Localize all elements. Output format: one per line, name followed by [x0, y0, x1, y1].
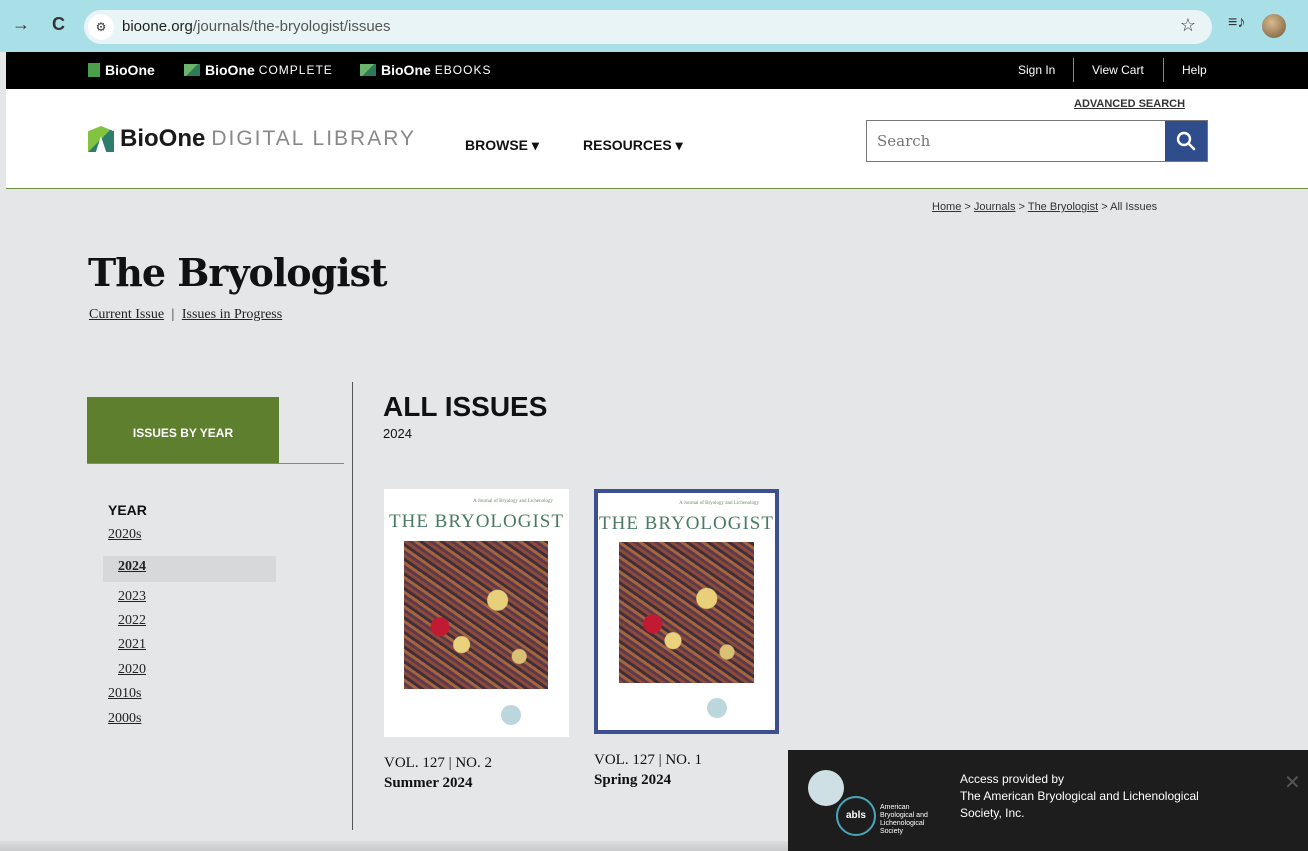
access-institution: The American Bryological and Lichenologi… [960, 789, 1199, 803]
breadcrumb-current: All Issues [1110, 201, 1158, 213]
decade-2000s-link[interactable]: 2000s [108, 711, 141, 727]
section-heading: ALL ISSUES [383, 391, 548, 422]
page-bottom-shadow [0, 841, 788, 851]
breadcrumb-separator: > [964, 201, 971, 213]
search-input[interactable] [867, 121, 1165, 161]
search-button[interactable] [1165, 121, 1207, 161]
year-2020-link[interactable]: 2020 [118, 662, 146, 678]
abls-logo-icon [501, 705, 521, 725]
abls-logo-circle [808, 770, 844, 806]
cover-title: THE BRYOLOGIST [389, 511, 564, 532]
media-icon[interactable]: ≡♪ [1228, 14, 1245, 32]
cover-photo [619, 542, 754, 683]
access-label: Access provided by [960, 772, 1065, 786]
issues-by-year-tab[interactable]: ISSUES BY YEAR [87, 397, 279, 463]
search-box [866, 120, 1208, 162]
profile-avatar[interactable] [1262, 14, 1286, 38]
forward-icon[interactable]: → [12, 14, 30, 35]
resources-menu[interactable]: RESOURCES ▾ [583, 137, 683, 154]
help-link[interactable]: Help [1182, 63, 1207, 77]
access-banner: abls American Bryological and Lichenolog… [788, 750, 1308, 851]
issues-in-progress-link[interactable]: Issues in Progress [182, 307, 282, 322]
cover-footer [707, 698, 761, 718]
bioone-logo-icon [88, 63, 100, 77]
divider [87, 463, 344, 464]
year-2024-link[interactable]: 2024 [118, 559, 146, 575]
close-icon[interactable]: ✕ [1284, 770, 1301, 795]
search-icon [1176, 131, 1196, 151]
breadcrumb-journals[interactable]: Journals [974, 201, 1016, 213]
issue-season[interactable]: Summer 2024 [384, 775, 472, 792]
journal-sublinks: Current Issue | Issues in Progress [89, 307, 282, 323]
site-settings-icon[interactable]: ⚙ [88, 14, 114, 40]
site-header: BioOne DIGITAL LIBRARY BROWSE ▾ RESOURCE… [6, 89, 1308, 189]
logo-subtext: DIGITAL LIBRARY [211, 127, 417, 150]
abls-org-name: American Bryological and Lichenological … [880, 804, 928, 835]
bioone-complete-link[interactable]: BioOne COMPLETE [184, 62, 333, 78]
advanced-search-link[interactable]: ADVANCED SEARCH [1074, 98, 1185, 110]
issue-cover-vol127-no1[interactable]: A Journal of Bryology and Lichenology TH… [594, 489, 779, 734]
year-heading: YEAR [108, 502, 147, 518]
cover-photo [404, 541, 548, 689]
issue-season[interactable]: Spring 2024 [594, 772, 671, 789]
cover-subtitle: A Journal of Bryology and Lichenology [473, 499, 553, 504]
bioone-logo-icon [360, 64, 376, 76]
bioone-digital-library-logo[interactable]: BioOne DIGITAL LIBRARY [88, 125, 416, 153]
breadcrumb-home[interactable]: Home [932, 201, 961, 213]
divider [1073, 58, 1074, 82]
bioone-link[interactable]: BioOne [88, 62, 155, 78]
current-issue-link[interactable]: Current Issue [89, 307, 164, 322]
bioone-logo-icon [184, 64, 200, 76]
selected-year-label: 2024 [383, 426, 412, 441]
year-2021-link[interactable]: 2021 [118, 637, 146, 653]
divider: | [171, 307, 175, 322]
site-topbar: BioOne BioOne COMPLETE BioOne EBOOKS Sign … [6, 52, 1308, 89]
sign-in-link[interactable]: Sign In [1018, 63, 1055, 77]
cover-footer [501, 705, 555, 725]
bioone-logo-icon [88, 126, 114, 152]
issue-cover-vol127-no2[interactable]: A Journal of Bryology and Lichenology TH… [384, 489, 569, 737]
breadcrumb-journal[interactable]: The Bryologist [1028, 201, 1098, 213]
breadcrumb: Home > Journals > The Bryologist > All I… [932, 201, 1157, 213]
cover-subtitle: A Journal of Bryology and Lichenology [679, 501, 759, 506]
browser-toolbar: → C ⚙ bioone.org/journals/the-bryologist… [0, 0, 1308, 52]
divider [1163, 58, 1164, 82]
decade-2010s-link[interactable]: 2010s [108, 686, 141, 702]
column-divider [352, 382, 353, 830]
url-text[interactable]: bioone.org/journals/the-bryologist/issue… [122, 18, 391, 35]
browse-menu[interactable]: BROWSE ▾ [465, 137, 539, 154]
breadcrumb-separator: > [1018, 201, 1025, 213]
issue-volume[interactable]: VOL. 127 | NO. 1 [594, 752, 702, 769]
cover-title: THE BRYOLOGIST [599, 513, 774, 534]
page-title: The Bryologist [88, 250, 388, 295]
address-bar[interactable]: ⚙ bioone.org/journals/the-bryologist/iss… [84, 10, 1212, 44]
issue-volume[interactable]: VOL. 127 | NO. 2 [384, 755, 492, 772]
abls-logo-icon [707, 698, 727, 718]
decade-2020s-link[interactable]: 2020s [108, 527, 141, 543]
breadcrumb-separator: > [1101, 201, 1108, 213]
year-2022-link[interactable]: 2022 [118, 613, 146, 629]
reload-icon[interactable]: C [52, 14, 65, 35]
access-institution-cont: Society, Inc. [960, 806, 1025, 820]
view-cart-link[interactable]: View Cart [1092, 63, 1144, 77]
bioone-ebooks-link[interactable]: BioOne EBOOKS [360, 62, 491, 78]
logo-text: BioOne [120, 125, 206, 152]
year-2023-link[interactable]: 2023 [118, 589, 146, 605]
bookmark-star-icon[interactable]: ☆ [1180, 15, 1196, 36]
abls-logo: abls [836, 796, 876, 836]
